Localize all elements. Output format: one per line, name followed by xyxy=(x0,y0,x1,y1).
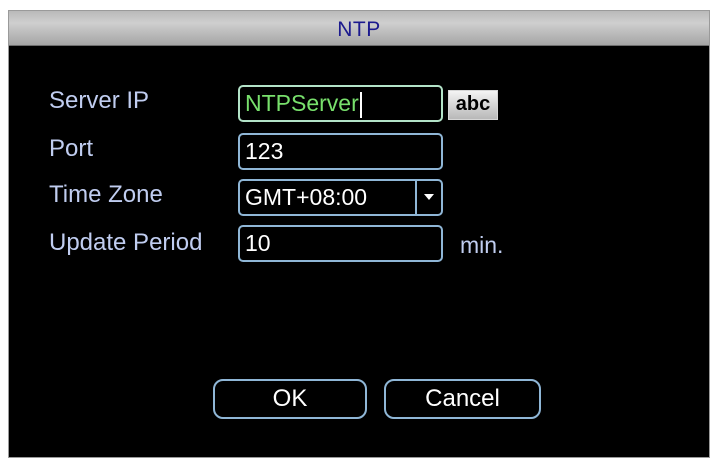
server-ip-label: Server IP xyxy=(49,87,150,114)
ok-button[interactable]: OK xyxy=(213,379,367,419)
time-zone-label: Time Zone xyxy=(49,181,163,208)
dialog-title: NTP xyxy=(337,18,381,41)
port-label: Port xyxy=(49,135,94,162)
text-caret xyxy=(359,91,362,118)
update-period-label: Update Period xyxy=(49,229,203,256)
ntp-dialog: NTP Server IP NTPServer abc Port 123 Tim… xyxy=(8,10,710,465)
update-period-input[interactable]: 10 xyxy=(238,225,443,262)
chevron-down-icon[interactable] xyxy=(415,181,441,214)
update-period-unit: min. xyxy=(460,232,504,258)
port-input[interactable]: 123 xyxy=(238,133,443,170)
update-period-value: 10 xyxy=(245,230,271,256)
dialog-titlebar: NTP xyxy=(9,11,709,46)
time-zone-value: GMT+08:00 xyxy=(245,184,368,210)
keyboard-abc-button[interactable]: abc xyxy=(448,90,498,120)
cancel-button[interactable]: Cancel xyxy=(384,379,541,419)
port-value: 123 xyxy=(245,138,284,164)
server-ip-value: NTPServer xyxy=(245,90,359,116)
time-zone-select[interactable]: GMT+08:00 xyxy=(238,179,443,216)
server-ip-input[interactable]: NTPServer xyxy=(238,85,443,122)
